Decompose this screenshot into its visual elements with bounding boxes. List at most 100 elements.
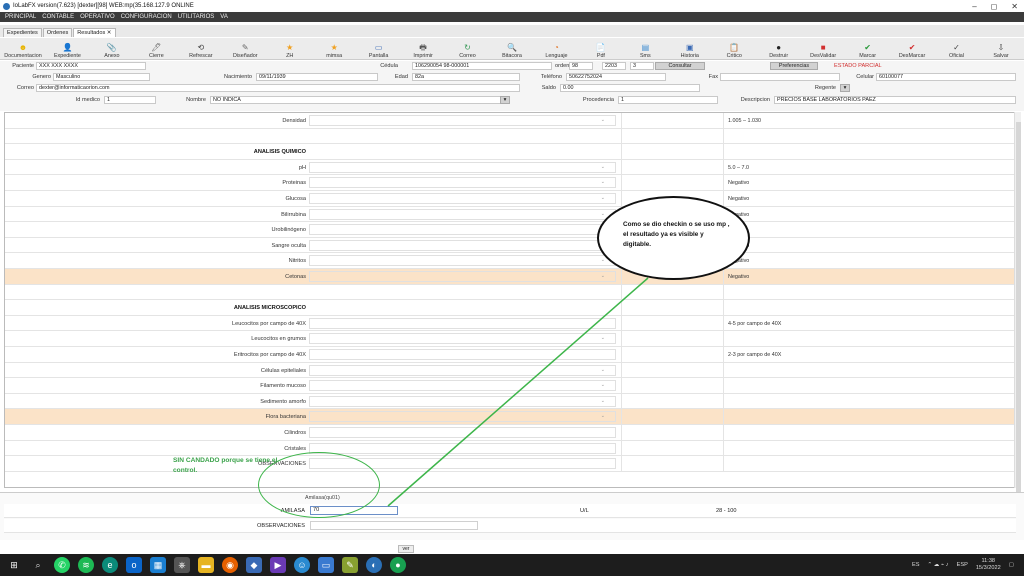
toolbar-oficial-button[interactable]: ✓ Oficial [938, 38, 976, 60]
chevron-down-icon[interactable]: ⌄ [601, 367, 605, 373]
result-input[interactable] [309, 239, 616, 251]
orden-number-field[interactable]: 2203 [602, 62, 626, 70]
regente-dropdown[interactable]: ▾ [840, 84, 850, 92]
result-input[interactable]: ⌄ [309, 193, 616, 204]
close-button[interactable]: ✕ [1011, 2, 1018, 11]
whatsapp-icon[interactable]: ✆ [54, 557, 70, 573]
iolab-app-icon[interactable]: ◐ [366, 557, 382, 573]
result-input[interactable]: ⌄ [309, 161, 616, 173]
telefono-field[interactable]: 50622752024 [566, 73, 666, 81]
scrollbar-thumb[interactable] [1016, 122, 1021, 492]
toolbar-pantalla-button[interactable]: ▭ Pantalla [360, 38, 398, 60]
result-input[interactable]: ⌄ [309, 115, 616, 126]
edge-icon[interactable]: e [102, 557, 118, 573]
menu-item-contable[interactable]: CONTABLE [42, 14, 74, 20]
notes-app-icon[interactable]: ✎ [342, 557, 358, 573]
descripcion-field[interactable]: PRECIOS BASE LABORATORIOS PAEZ [774, 96, 1016, 104]
nombre-field[interactable]: NO INDICA [210, 96, 510, 104]
paciente-field[interactable]: XXX XXX XXXX [36, 62, 146, 70]
tray-lang[interactable]: ES [912, 562, 919, 568]
result-input[interactable]: ⌄ [309, 395, 616, 407]
result-input[interactable]: ⌄ [309, 271, 616, 282]
tray-clock[interactable]: 11:38 15/3/2022 [976, 558, 1001, 572]
result-input[interactable]: ⌄ [309, 177, 616, 189]
toolbar-sms-button[interactable]: ▤ Sms [626, 38, 664, 60]
chevron-down-icon[interactable]: ⌄ [601, 413, 605, 419]
hs-app-icon[interactable]: ● [390, 557, 406, 573]
saldo-field[interactable]: 0.00 [560, 84, 700, 92]
start-icon[interactable]: ⊞ [6, 557, 22, 573]
toolbar-cierre-button[interactable]: 🖊 Cierre [137, 38, 175, 60]
outlook-icon[interactable]: o [126, 557, 142, 573]
chevron-down-icon[interactable]: ⌄ [601, 195, 605, 201]
minimize-button[interactable]: – [972, 2, 976, 11]
result-input[interactable] [309, 349, 616, 360]
result-input[interactable]: ⌄ [309, 255, 616, 267]
firefox-icon[interactable]: ◉ [222, 557, 238, 573]
search-icon[interactable]: ⌕ [30, 557, 46, 573]
toolbar-salvar-button[interactable]: ⇩ Salvar [982, 38, 1020, 60]
chat-app-icon[interactable]: ☺ [294, 557, 310, 573]
app-icon-blue[interactable]: ▦ [150, 557, 166, 573]
toolbar-marcar-button[interactable]: ✔ Marcar [849, 38, 887, 60]
chevron-down-icon[interactable]: ⌄ [601, 211, 605, 217]
orden-sub-field[interactable]: 3 [630, 62, 654, 70]
chevron-down-icon[interactable]: ⌄ [601, 273, 605, 279]
menu-item-configuracion[interactable]: CONFIGURACION [121, 14, 172, 20]
genero-field[interactable]: Masculino [53, 73, 150, 81]
nombre-dropdown[interactable]: ▾ [500, 96, 510, 104]
cedula-field[interactable]: 106290054 98-000001 [412, 62, 552, 70]
file-explorer-icon[interactable]: ▬ [198, 557, 214, 573]
tray-icons[interactable]: ⌃ ☁ ⌁ ♪ [928, 562, 949, 568]
preferencias-button[interactable]: Preferencias [770, 62, 818, 70]
spotify-icon[interactable]: ≋ [78, 557, 94, 573]
toolbar-bitacora-button[interactable]: 🔍 Bitacora [493, 38, 531, 60]
tab-0[interactable]: Expedientes [3, 28, 42, 37]
correo-field[interactable]: dexter@informaticaorion.com [36, 84, 520, 92]
grid-scrollbar[interactable] [1014, 112, 1021, 492]
toolbar-critico-button[interactable]: 📋 Critico [715, 38, 753, 60]
toolbar-refrescar-button[interactable]: ⟲ Refrescar [182, 38, 220, 60]
result-input[interactable] [309, 224, 616, 236]
chevron-down-icon[interactable]: ⌄ [601, 179, 605, 185]
toolbar-lenguaje-button[interactable]: ◔ Lenguaje [537, 38, 575, 60]
result-input[interactable]: ⌄ [309, 364, 616, 376]
result-input[interactable]: ⌄ [309, 208, 616, 220]
toolbar-anexo-button[interactable]: 📎 Anexo [93, 38, 131, 60]
chevron-down-icon[interactable]: ⌄ [601, 398, 605, 404]
toolbar-zh-button[interactable]: ★ ZH [271, 38, 309, 60]
nacimiento-field[interactable]: 09/11/1939 [256, 73, 378, 81]
toolbar-expediente-button[interactable]: 👤 Expediente [48, 38, 86, 60]
notification-icon[interactable]: ▢ [1009, 562, 1014, 568]
edad-field[interactable]: 82a [412, 73, 520, 81]
remote-app-icon[interactable]: ▭ [318, 557, 334, 573]
result-input[interactable]: ⌄ [309, 380, 616, 392]
network-app-icon[interactable]: ⎈ [174, 557, 190, 573]
result-input[interactable] [309, 427, 616, 438]
menu-item-utilitarios[interactable]: UTILITARIOS [178, 14, 215, 20]
toolbar-mimsa-button[interactable]: ★ mimsa [315, 38, 353, 60]
toolbar-desvalidar-button[interactable]: ■ DesValidar [804, 38, 842, 60]
result-input[interactable] [309, 442, 616, 454]
consultar-button[interactable]: Consultar [655, 62, 705, 70]
result-input[interactable] [309, 317, 616, 329]
box-app-icon[interactable]: ◆ [246, 557, 262, 573]
menu-item-va[interactable]: VA [220, 14, 228, 20]
toolbar-historia-button[interactable]: ▣ Historia [671, 38, 709, 60]
menu-item-principal[interactable]: PRINCIPAL [5, 14, 36, 20]
toolbar-desmarcar-button[interactable]: ✔ DesMarcar [893, 38, 931, 60]
media-app-icon[interactable]: ▶ [270, 557, 286, 573]
observaciones-input[interactable] [310, 521, 478, 530]
procedencia-field[interactable]: 1 [618, 96, 718, 104]
result-input[interactable]: ⌄ [309, 333, 616, 345]
ver-button[interactable]: ver [398, 545, 414, 553]
tab-2[interactable]: Resultados ✕ [73, 28, 116, 37]
celular-field[interactable]: 60100077 [876, 73, 1016, 81]
toolbar-diseñador-button[interactable]: ✎ Diseñador [226, 38, 264, 60]
tab-1[interactable]: Ordenes [42, 28, 73, 37]
chevron-down-icon[interactable]: ⌄ [601, 164, 605, 170]
toolbar-correo-button[interactable]: ↻ Correo [449, 38, 487, 60]
tray-keyboard[interactable]: ESP [957, 562, 968, 568]
orden-serie-field[interactable]: 98 [569, 62, 593, 70]
menu-item-operativo[interactable]: OPERATIVO [80, 14, 115, 20]
